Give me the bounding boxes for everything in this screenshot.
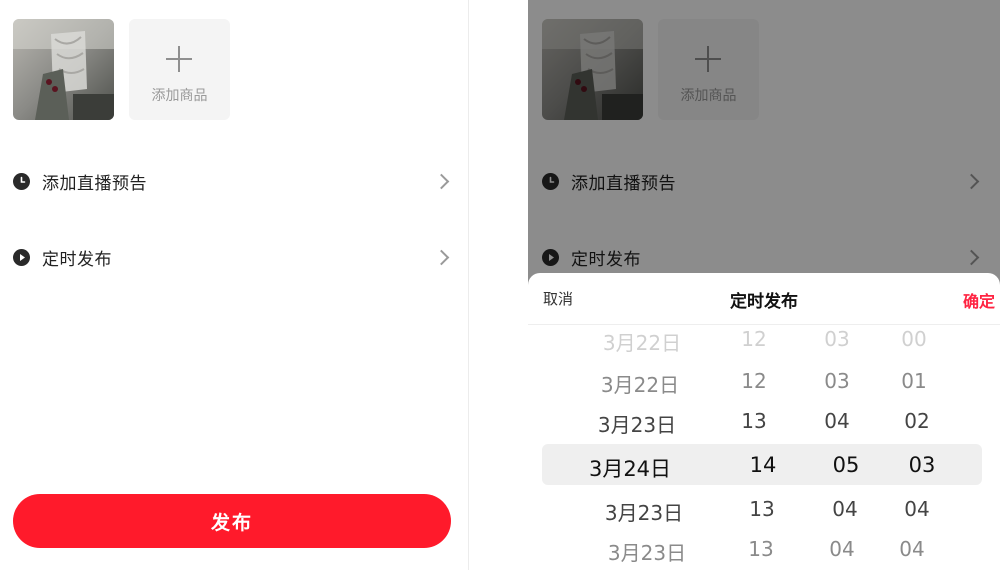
picker-minute-option[interactable]: 03 [824,369,849,393]
sheet-title: 定时发布 [730,292,798,312]
picker-second-option[interactable]: 01 [901,369,926,393]
picker-minute-option[interactable]: 05 [833,453,860,477]
chevron-right-icon [433,249,450,266]
picker-hour-option[interactable]: 12 [741,369,766,393]
picker-hour-option[interactable]: 13 [749,497,774,521]
picker-hour-option[interactable]: 14 [750,453,777,477]
panel-gap [468,0,528,570]
picker-minute-option[interactable]: 04 [824,409,849,433]
schedule-picker-sheet: 定时发布 取消 确定 3月22日 12 03 00 3月22日 12 03 01 3月23日 13… [528,273,1000,570]
picker-date-option[interactable]: 3月22日 [601,369,679,398]
publish-button[interactable]: 发布 [13,494,451,548]
picker-hour-option[interactable]: 13 [741,409,766,433]
play-circle-icon [13,248,30,266]
add-product-button[interactable]: 添加商品 [129,19,230,120]
picker-date-option[interactable]: 3月22日 [603,327,681,356]
picker-minute-option[interactable]: 03 [824,327,849,351]
picker-hour-option[interactable]: 13 [748,537,773,561]
picker-minute-option[interactable]: 04 [832,497,857,521]
picker-second-option[interactable]: 04 [899,537,924,561]
confirm-button[interactable]: 确定 [963,288,995,312]
picker-second-option[interactable]: 04 [904,497,929,521]
add-product-label: 添加商品 [151,88,208,104]
picker-date-option[interactable]: 3月24日 [589,453,671,483]
chevron-right-icon [433,173,450,190]
divider [468,0,469,570]
right-screen: 添加商品 添加直播预告 定时发布 定时发布 取消 确定 3月22日 12 03 00 3… [528,0,1000,570]
scheduled-publish-row[interactable]: 定时发布 [13,237,453,277]
cancel-button[interactable]: 取消 [543,288,573,309]
clock-icon [13,172,30,190]
product-photo-thumbnail[interactable] [13,19,114,120]
live-preview-label: 添加直播预告 [42,173,147,194]
picker-date-option[interactable]: 3月23日 [608,537,686,566]
left-screen: 添加商品 添加直播预告 定时发布 发布 [0,0,468,570]
picker-minute-option[interactable]: 04 [829,537,854,561]
picker-second-option[interactable]: 02 [904,409,929,433]
picker-second-option[interactable]: 03 [909,453,936,477]
picker-hour-option[interactable]: 12 [741,327,766,351]
divider [528,324,1000,325]
picker-second-option[interactable]: 00 [901,327,926,351]
live-preview-row[interactable]: 添加直播预告 [13,161,453,201]
photo-image [13,19,114,120]
picker-date-option[interactable]: 3月23日 [605,497,683,526]
picker-date-option[interactable]: 3月23日 [598,409,676,438]
scheduled-publish-label: 定时发布 [42,249,112,270]
